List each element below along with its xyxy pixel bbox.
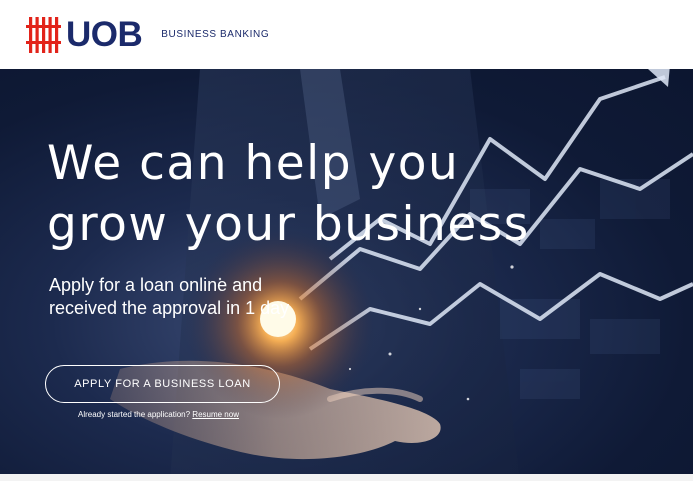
resume-prompt: Already started the application? — [78, 410, 193, 419]
uob-logo[interactable]: UOB — [26, 15, 143, 55]
subhead-line-2: received the approval in 1 day — [49, 298, 290, 318]
site-header: UOB BUSINESS BANKING — [0, 0, 693, 69]
logo-wordmark: UOB — [66, 15, 143, 54]
headline-line-1: We can help you — [47, 136, 460, 191]
hero-banner: We can help you grow your business Apply… — [0, 69, 693, 481]
subhead-line-1: Apply for a loan online and — [49, 275, 263, 295]
business-banking-label: BUSINESS BANKING — [161, 29, 270, 40]
page-bottom-strip — [0, 474, 693, 481]
uob-logo-icon — [26, 16, 61, 53]
resume-now-link[interactable]: Resume now — [192, 410, 239, 419]
hero-subheading: Apply for a loan online and received the… — [49, 274, 289, 320]
hero-headline: We can help you grow your business — [47, 133, 530, 255]
apply-business-loan-button[interactable]: APPLY FOR A BUSINESS LOAN — [45, 365, 280, 403]
resume-application-note: Already started the application? Resume … — [78, 410, 239, 419]
headline-line-2: grow your business — [47, 197, 530, 252]
